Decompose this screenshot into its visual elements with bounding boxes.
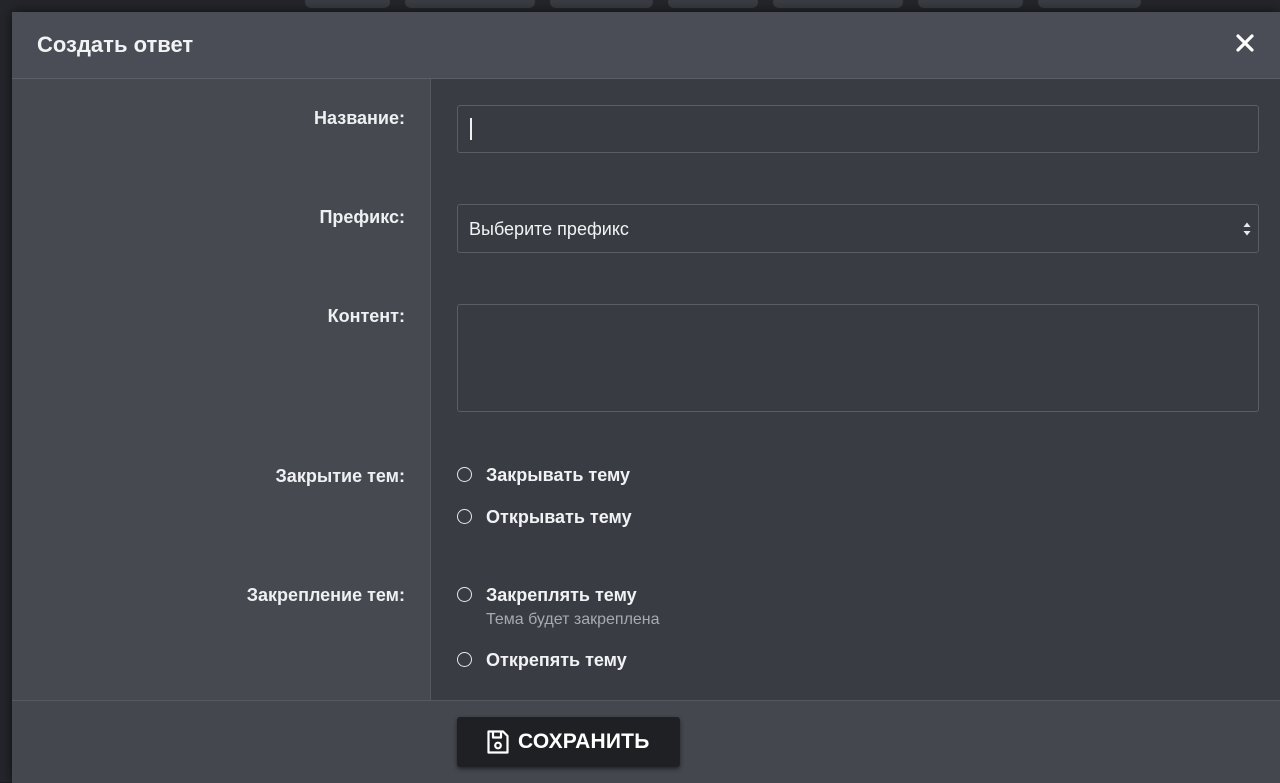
create-reply-modal: Создать ответ Название: Префикс: Выберит…: [12, 12, 1280, 783]
radio-circle[interactable]: [457, 652, 472, 667]
thread-pin-label: Закрепление тем:: [246, 585, 405, 605]
prefix-label: Префикс:: [319, 207, 405, 227]
pin-thread-label: Закреплять тему: [486, 585, 637, 605]
floppy-disk-icon: [487, 730, 509, 754]
pin-thread-hint: Тема будет закреплена: [486, 611, 660, 628]
name-input[interactable]: [457, 105, 1259, 153]
thread-close-label: Закрытие тем:: [275, 466, 405, 486]
background-tab: [918, 0, 1023, 8]
save-button-label: СОХРАНИТЬ: [518, 730, 650, 753]
name-label: Название:: [314, 108, 405, 128]
close-icon: [1236, 34, 1254, 52]
select-arrows-icon: [1243, 222, 1251, 236]
background-tab: [305, 0, 390, 8]
text-caret: [470, 118, 472, 140]
background-tabs: [0, 0, 1280, 10]
background-tab: [668, 0, 758, 8]
modal-footer: СОХРАНИТЬ: [12, 700, 1280, 783]
open-thread-label: Открывать тему: [486, 507, 632, 527]
save-button[interactable]: СОХРАНИТЬ: [457, 717, 680, 767]
unpin-thread-label: Открепять тему: [486, 650, 627, 670]
background-tab: [550, 0, 653, 8]
background-tab: [1038, 0, 1141, 8]
content-textarea[interactable]: [457, 304, 1259, 412]
modal-header: Создать ответ: [12, 12, 1280, 79]
background-tab: [773, 0, 903, 8]
content-label: Контент:: [327, 306, 405, 326]
radio-circle[interactable]: [457, 467, 472, 482]
close-thread-label: Закрывать тему: [486, 465, 631, 485]
modal-title: Создать ответ: [37, 32, 194, 57]
label-column: [12, 79, 431, 700]
close-button[interactable]: [1234, 32, 1256, 54]
radio-circle[interactable]: [457, 509, 472, 524]
prefix-select-value: Выберите префикс: [469, 219, 629, 239]
prefix-select[interactable]: Выберите префикс: [457, 204, 1259, 253]
radio-circle[interactable]: [457, 587, 472, 602]
background-tab: [405, 0, 535, 8]
